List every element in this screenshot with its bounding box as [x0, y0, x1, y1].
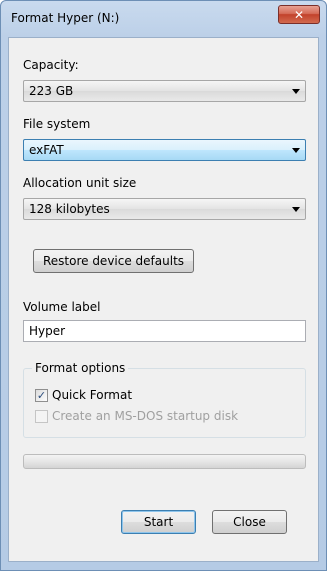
capacity-label: Capacity:	[23, 58, 79, 72]
volume-label-label: Volume label	[23, 300, 101, 314]
quick-format-checkbox[interactable]: ✓	[35, 388, 48, 402]
check-icon: ✓	[36, 388, 47, 402]
capacity-dropdown[interactable]: 223 GB	[23, 80, 306, 102]
dialog-client-area: Capacity: 223 GB File system exFAT Alloc…	[8, 37, 319, 562]
format-dialog-window: Format Hyper (N:) ✕ Capacity: 223 GB Fil…	[0, 0, 327, 571]
file-system-dropdown[interactable]: exFAT	[23, 139, 306, 161]
title-bar[interactable]: Format Hyper (N:) ✕	[1, 1, 326, 35]
window-close-button[interactable]: ✕	[278, 5, 320, 24]
file-system-value: exFAT	[29, 143, 64, 157]
msdos-startup-checkbox	[35, 409, 48, 423]
close-icon: ✕	[293, 7, 305, 22]
chevron-down-icon	[292, 207, 300, 212]
format-progress-bar	[23, 454, 306, 469]
quick-format-label: Quick Format	[52, 388, 133, 402]
quick-format-checkbox-row[interactable]: ✓ Quick Format	[35, 387, 132, 403]
capacity-value: 223 GB	[29, 84, 74, 98]
window-title: Format Hyper (N:)	[11, 11, 120, 25]
format-options-group: Format options ✓ Quick Format Create an …	[23, 361, 306, 438]
allocation-unit-value: 128 kilobytes	[29, 202, 110, 216]
volume-label-value: Hyper	[29, 324, 66, 338]
allocation-unit-label: Allocation unit size	[23, 176, 137, 190]
file-system-label: File system	[23, 117, 91, 131]
chevron-down-icon	[292, 89, 300, 94]
format-options-legend: Format options	[32, 361, 129, 375]
msdos-startup-checkbox-row: Create an MS-DOS startup disk	[35, 408, 238, 424]
restore-defaults-button[interactable]: Restore device defaults	[33, 249, 194, 273]
msdos-startup-label: Create an MS-DOS startup disk	[52, 409, 239, 423]
volume-label-input[interactable]: Hyper	[23, 320, 306, 342]
start-button[interactable]: Start	[121, 510, 196, 534]
close-button[interactable]: Close	[212, 510, 287, 534]
chevron-down-icon	[292, 148, 300, 153]
allocation-unit-dropdown[interactable]: 128 kilobytes	[23, 198, 306, 220]
